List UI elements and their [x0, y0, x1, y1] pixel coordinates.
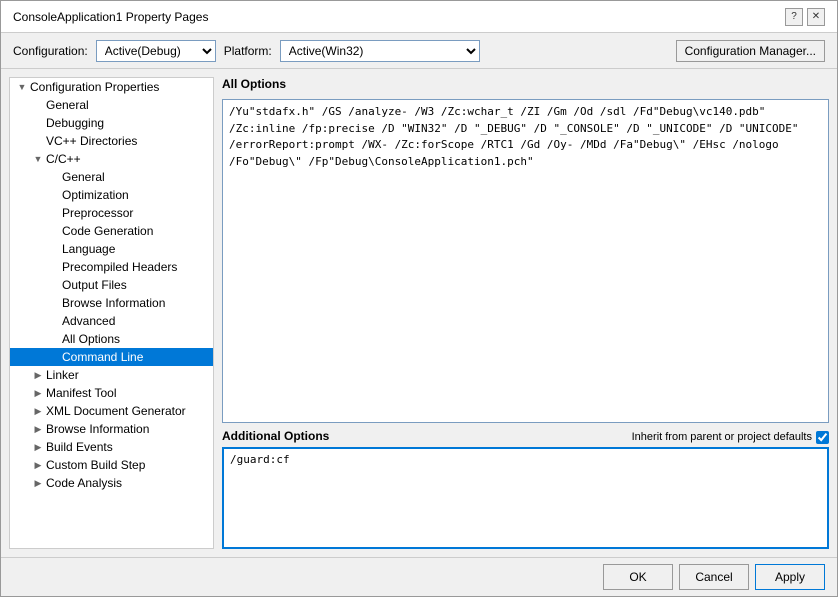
tree-label-code-analysis: Code Analysis [46, 476, 122, 490]
tree-arrow-empty-browse-info-cpp [48, 298, 60, 308]
tree-item-cpp-general[interactable]: General [10, 168, 213, 186]
configuration-manager-button[interactable]: Configuration Manager... [676, 40, 825, 62]
tree-item-advanced-cpp[interactable]: Advanced [10, 312, 213, 330]
tree-arrow-empty-preprocessor [48, 208, 60, 218]
config-label: Configuration: [13, 44, 88, 58]
tree-arrow-manifest-tool: ▶ [32, 388, 44, 399]
all-options-label: All Options [222, 77, 829, 91]
title-bar: ConsoleApplication1 Property Pages ? ✕ [1, 1, 837, 33]
tree-arrow-empty-precompiled-headers [48, 262, 60, 272]
main-content: ▼Configuration Properties General Debugg… [1, 69, 837, 557]
tree-label-precompiled-headers: Precompiled Headers [62, 260, 177, 274]
tree-arrow-linker: ▶ [32, 370, 44, 381]
tree-arrow-empty-output-files [48, 280, 60, 290]
config-bar: Configuration: Active(Debug) Platform: A… [1, 33, 837, 69]
tree-item-vc-dirs[interactable]: VC++ Directories [10, 132, 213, 150]
tree-arrow-build-events: ▶ [32, 442, 44, 453]
tree-label-linker: Linker [46, 368, 79, 382]
tree-arrow-xml-doc-gen: ▶ [32, 406, 44, 417]
help-button[interactable]: ? [785, 8, 803, 26]
tree-label-language: Language [62, 242, 115, 256]
ok-button[interactable]: OK [603, 564, 673, 590]
tree-item-debugging[interactable]: Debugging [10, 114, 213, 132]
tree-label-cpp-general: General [62, 170, 105, 184]
tree-arrow-config-props: ▼ [16, 82, 28, 92]
tree-arrow-empty-debugging [32, 118, 44, 128]
tree-item-browse-information[interactable]: ▶Browse Information [10, 420, 213, 438]
title-bar-controls: ? ✕ [785, 8, 825, 26]
tree-label-preprocessor: Preprocessor [62, 206, 133, 220]
tree-item-output-files[interactable]: Output Files [10, 276, 213, 294]
tree-arrow-empty-all-options [48, 334, 60, 344]
dialog-title: ConsoleApplication1 Property Pages [13, 10, 208, 24]
tree-label-command-line: Command Line [62, 350, 143, 364]
platform-label: Platform: [224, 44, 272, 58]
tree-arrow-empty-language [48, 244, 60, 254]
tree-label-general: General [46, 98, 89, 112]
tree-item-optimization[interactable]: Optimization [10, 186, 213, 204]
right-panel: All Options /Yu"stdafx.h" /GS /analyze- … [222, 77, 829, 549]
tree-arrow-custom-build-step: ▶ [32, 460, 44, 471]
platform-select[interactable]: Active(Win32) [280, 40, 480, 62]
tree-label-browse-information: Browse Information [46, 422, 149, 436]
tree-arrow-empty-vc-dirs [32, 136, 44, 146]
tree-label-optimization: Optimization [62, 188, 129, 202]
tree-item-browse-info-cpp[interactable]: Browse Information [10, 294, 213, 312]
configuration-select[interactable]: Active(Debug) [96, 40, 216, 62]
tree-item-all-options[interactable]: All Options [10, 330, 213, 348]
tree-item-language[interactable]: Language [10, 240, 213, 258]
tree-label-xml-doc-gen: XML Document Generator [46, 404, 186, 418]
tree-arrow-empty-cpp-general [48, 172, 60, 182]
tree-arrow-empty-advanced-cpp [48, 316, 60, 326]
tree-label-browse-info-cpp: Browse Information [62, 296, 165, 310]
inherit-label: Inherit from parent or project defaults [632, 431, 829, 444]
tree-label-all-options: All Options [62, 332, 120, 346]
apply-button[interactable]: Apply [755, 564, 825, 590]
inherit-checkbox[interactable] [816, 431, 829, 444]
tree-item-code-generation[interactable]: Code Generation [10, 222, 213, 240]
tree-label-code-generation: Code Generation [62, 224, 153, 238]
tree-label-vc-dirs: VC++ Directories [46, 134, 137, 148]
tree-label-manifest-tool: Manifest Tool [46, 386, 116, 400]
tree-arrow-cpp: ▼ [32, 154, 44, 164]
tree-item-manifest-tool[interactable]: ▶Manifest Tool [10, 384, 213, 402]
additional-header: Additional Options Inherit from parent o… [222, 429, 829, 445]
additional-options-input[interactable] [222, 447, 829, 549]
tree-arrow-empty-code-generation [48, 226, 60, 236]
tree-arrow-code-analysis: ▶ [32, 478, 44, 489]
tree-item-precompiled-headers[interactable]: Precompiled Headers [10, 258, 213, 276]
additional-options-label: Additional Options [222, 429, 329, 443]
left-tree-panel: ▼Configuration Properties General Debugg… [9, 77, 214, 549]
tree-item-code-analysis[interactable]: ▶Code Analysis [10, 474, 213, 492]
tree-label-cpp: C/C++ [46, 152, 81, 166]
cancel-button[interactable]: Cancel [679, 564, 749, 590]
all-options-box: /Yu"stdafx.h" /GS /analyze- /W3 /Zc:wcha… [222, 99, 829, 423]
tree-item-linker[interactable]: ▶Linker [10, 366, 213, 384]
tree-arrow-browse-information: ▶ [32, 424, 44, 435]
tree-item-cpp[interactable]: ▼C/C++ [10, 150, 213, 168]
bottom-bar: OK Cancel Apply [1, 557, 837, 596]
additional-section: Additional Options Inherit from parent o… [222, 429, 829, 549]
tree-label-output-files: Output Files [62, 278, 127, 292]
tree-item-command-line[interactable]: Command Line [10, 348, 213, 366]
tree-item-preprocessor[interactable]: Preprocessor [10, 204, 213, 222]
tree-item-custom-build-step[interactable]: ▶Custom Build Step [10, 456, 213, 474]
tree-arrow-empty-general [32, 100, 44, 110]
tree-item-build-events[interactable]: ▶Build Events [10, 438, 213, 456]
tree-label-build-events: Build Events [46, 440, 113, 454]
tree-label-debugging: Debugging [46, 116, 104, 130]
tree-label-advanced-cpp: Advanced [62, 314, 115, 328]
tree-item-xml-doc-gen[interactable]: ▶XML Document Generator [10, 402, 213, 420]
tree-item-config-props[interactable]: ▼Configuration Properties [10, 78, 213, 96]
tree-label-config-props: Configuration Properties [30, 80, 159, 94]
tree-item-general[interactable]: General [10, 96, 213, 114]
close-button[interactable]: ✕ [807, 8, 825, 26]
tree-arrow-empty-command-line [48, 352, 60, 362]
tree-label-custom-build-step: Custom Build Step [46, 458, 145, 472]
tree-arrow-empty-optimization [48, 190, 60, 200]
dialog: ConsoleApplication1 Property Pages ? ✕ C… [0, 0, 838, 597]
